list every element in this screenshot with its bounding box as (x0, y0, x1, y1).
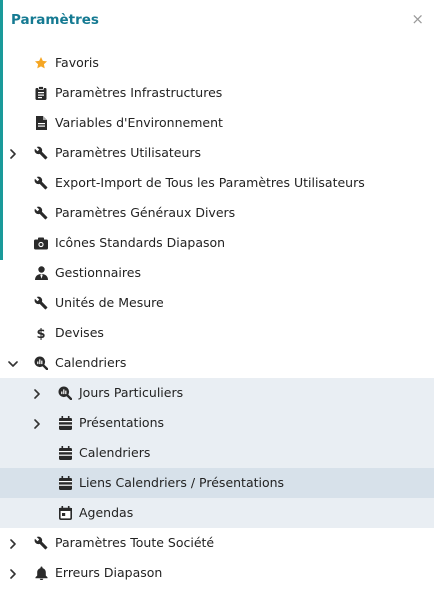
tree-item-parametres-generaux-divers[interactable]: Paramètres Généraux Divers (0, 198, 434, 228)
tree-item-devises[interactable]: $ Devises (0, 318, 434, 348)
tree-item-label: Jours Particuliers (79, 385, 184, 400)
tree-item-label: Calendriers (79, 445, 151, 460)
star-icon (34, 56, 48, 70)
chevron-down-icon[interactable] (7, 348, 19, 378)
tree-item-label: Devises (55, 325, 104, 340)
wrench-icon (34, 536, 48, 550)
tree-item-unites-de-mesure[interactable]: Unités de Mesure (0, 288, 434, 318)
tree-item-label: Présentations (79, 415, 165, 430)
wrench-icon (34, 296, 48, 310)
tree-item-favoris[interactable]: Favoris (0, 48, 434, 78)
tree-item-liens-calendriers-presentations[interactable]: Liens Calendriers / Présentations (0, 468, 434, 498)
settings-tree: Favoris Paramètres Infrastructures Variabl… (0, 48, 434, 588)
tree-item-variables-d-environnement[interactable]: Variables d'Environnement (0, 108, 434, 138)
clipboard-icon (34, 86, 48, 100)
tree-item-label: Paramètres Utilisateurs (55, 145, 202, 160)
tree-item-label: Favoris (55, 55, 99, 70)
tree-item-parametres-toute-societe[interactable]: Paramètres Toute Société (0, 528, 434, 558)
panel-title: Paramètres (11, 12, 99, 28)
user-tie-icon (34, 266, 48, 280)
calendar-list-icon (58, 446, 72, 460)
wrench-icon (34, 146, 48, 160)
tree-item-jours-particuliers[interactable]: Jours Particuliers (0, 378, 434, 408)
chevron-right-icon[interactable] (7, 558, 19, 588)
calendar-list-icon (58, 416, 72, 430)
camera-icon (34, 236, 48, 250)
svg-text:$: $ (36, 327, 45, 340)
tree-item-calendriers[interactable]: Calendriers (0, 438, 434, 468)
tree-item-label: Unités de Mesure (55, 295, 164, 310)
tree-item-label: Export-Import de Tous les Paramètres Uti… (55, 175, 365, 190)
tree-item-erreurs-diapason[interactable]: Erreurs Diapason (0, 558, 434, 588)
chevron-right-icon[interactable] (7, 528, 19, 558)
tree-item-label: Liens Calendriers / Présentations (79, 475, 285, 490)
calendar-list-icon (58, 476, 72, 490)
tree-item-presentations[interactable]: Présentations (0, 408, 434, 438)
tree-item-agendas[interactable]: Agendas (0, 498, 434, 528)
tree-item-gestionnaires[interactable]: Gestionnaires (0, 258, 434, 288)
chevron-right-icon[interactable] (7, 138, 19, 168)
search-chart-icon (34, 356, 48, 370)
tree-item-label: Calendriers (55, 355, 127, 370)
wrench-icon (34, 206, 48, 220)
tree-item-label: Paramètres Généraux Divers (55, 205, 236, 220)
wrench-icon (34, 176, 48, 190)
tree-item-label: Agendas (79, 505, 134, 520)
search-chart-icon (58, 386, 72, 400)
tree-item-export-import-de-tous-les-parametres-utilisateurs[interactable]: Export-Import de Tous les Paramètres Uti… (0, 168, 434, 198)
tree-item-label: Paramètres Infrastructures (55, 85, 223, 100)
dollar-icon: $ (34, 326, 48, 340)
chevron-right-icon[interactable] (31, 378, 43, 408)
tree-item-label: Paramètres Toute Société (55, 535, 215, 550)
bell-icon (34, 566, 48, 580)
calendar-day-icon (58, 506, 72, 520)
file-icon (34, 116, 48, 130)
tree-item-label: Erreurs Diapason (55, 565, 163, 580)
tree-item-calendriers[interactable]: Calendriers (0, 348, 434, 378)
chevron-right-icon[interactable] (31, 408, 43, 438)
tree-item-label: Variables d'Environnement (55, 115, 223, 130)
tree-item-parametres-infrastructures[interactable]: Paramètres Infrastructures (0, 78, 434, 108)
tree-item-icones-standards-diapason[interactable]: Icônes Standards Diapason (0, 228, 434, 258)
tree-item-parametres-utilisateurs[interactable]: Paramètres Utilisateurs (0, 138, 434, 168)
panel-header: Paramètres × (0, 0, 434, 42)
tree-item-label: Gestionnaires (55, 265, 141, 280)
tree-item-label: Icônes Standards Diapason (55, 235, 226, 250)
close-icon[interactable]: × (411, 10, 424, 28)
